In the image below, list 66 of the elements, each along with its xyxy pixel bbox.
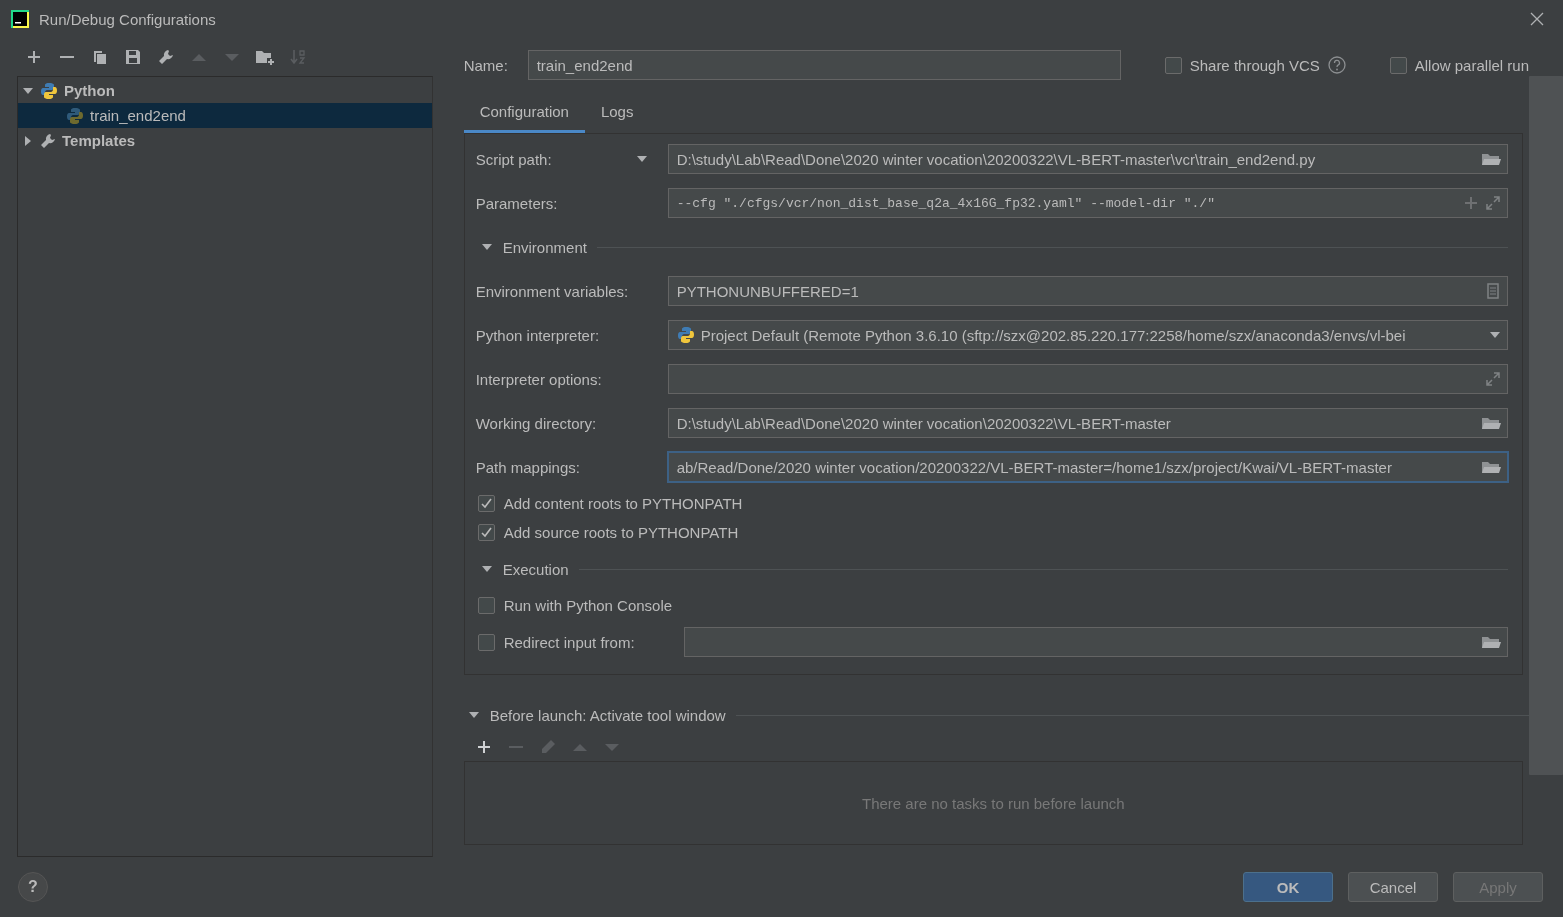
window-title: Run/Debug Configurations [39,10,217,28]
field-label: Working directory: [475,414,597,432]
tab[interactable]: Logs [584,93,650,133]
checkbox-label: Allow parallel run [1414,56,1529,74]
section-title[interactable]: Environment [502,238,587,256]
save-icon [125,49,141,65]
checkbox-label: Redirect input from: [503,633,636,651]
plus-icon [26,49,42,65]
text-field[interactable] [683,627,1508,657]
text-field[interactable]: ab/Read/Done/2020 winter vocation/20200322/VL-BERT-master=/home1/szx/project/Kwai/VL-BERT-master [667,452,1508,482]
checkbox-label: Add content roots to PYTHONPATH [503,495,743,512]
text-field[interactable]: PYTHONUNBUFFERED=1 [667,276,1508,306]
section-title[interactable]: Before launch: Activate tool window [489,706,726,724]
pencil-icon [539,739,556,755]
document-icon [1485,283,1501,299]
text-field[interactable] [667,364,1508,394]
sort-icon [290,49,306,65]
python-icon [676,326,695,344]
folder-icon [1481,459,1501,475]
field-label: Script path: [475,150,552,168]
wrench-icon [40,132,56,149]
checkbox[interactable] [1389,56,1407,74]
expand-icon [1485,195,1501,211]
copy-icon [92,49,108,65]
checkbox[interactable] [1164,56,1182,74]
checkbox[interactable] [477,524,495,541]
dialog-button[interactable]: Cancel [1348,872,1438,902]
expand-icon [1485,371,1501,387]
dialog-button[interactable]: OK [1243,872,1333,902]
checkbox-label: Share through VCS [1189,56,1320,74]
help-button[interactable]: ? [18,872,48,902]
text-field[interactable]: Project Default (Remote Python 3.6.10 (sftp://szx@202.85.220.177:2258/home/szx/anaconda3/envs/vl-bei [667,320,1508,350]
field-label: Environment variables: [475,282,629,300]
checkbox-label: Add source roots to PYTHONPATH [503,524,739,541]
folder-add-icon [255,49,275,65]
python-icon [40,81,58,100]
field-label: Python interpreter: [475,326,600,344]
plus-icon [1463,195,1479,211]
app-logo-icon [10,9,30,29]
help-icon [1327,56,1346,74]
checkbox[interactable] [477,495,495,512]
wrench-icon [158,49,174,65]
field-label: Parameters: [475,194,558,212]
checkbox-label: Run with Python Console [503,597,673,614]
text-field[interactable]: D:\study\Lab\Read\Done\2020 winter vocation\20200322\VL-BERT-master\vcr\train_end2end.py [667,144,1508,174]
checkbox[interactable] [477,597,495,614]
text-field[interactable]: --cfg "./cfgs/vcr/non_dist_base_q2a_4x16G_fp32.yaml" --model-dir "./" [667,188,1508,218]
empty-message: There are no tasks to run before launch [862,794,1125,812]
python-icon [66,106,84,125]
minus-icon [60,56,74,58]
plus-icon [475,739,492,755]
name-field[interactable]: train_end2end [527,50,1121,80]
tree-item[interactable]: Python [18,78,432,103]
name-label: Name: [463,56,509,74]
field-label: Path mappings: [475,458,580,476]
field-label: Interpreter options: [475,370,602,388]
close-icon [1530,12,1544,26]
folder-icon [1481,415,1501,431]
folder-icon [1481,634,1501,650]
checkbox[interactable] [477,633,495,651]
tab[interactable]: Configuration [463,93,585,133]
tree-item[interactable]: Templates [18,128,432,153]
folder-icon [1481,151,1501,167]
text-field[interactable]: D:\study\Lab\Read\Done\2020 winter vocation\20200322\VL-BERT-master [667,408,1508,438]
section-title[interactable]: Execution [502,560,569,578]
tree-item[interactable]: train_end2end [18,103,432,128]
